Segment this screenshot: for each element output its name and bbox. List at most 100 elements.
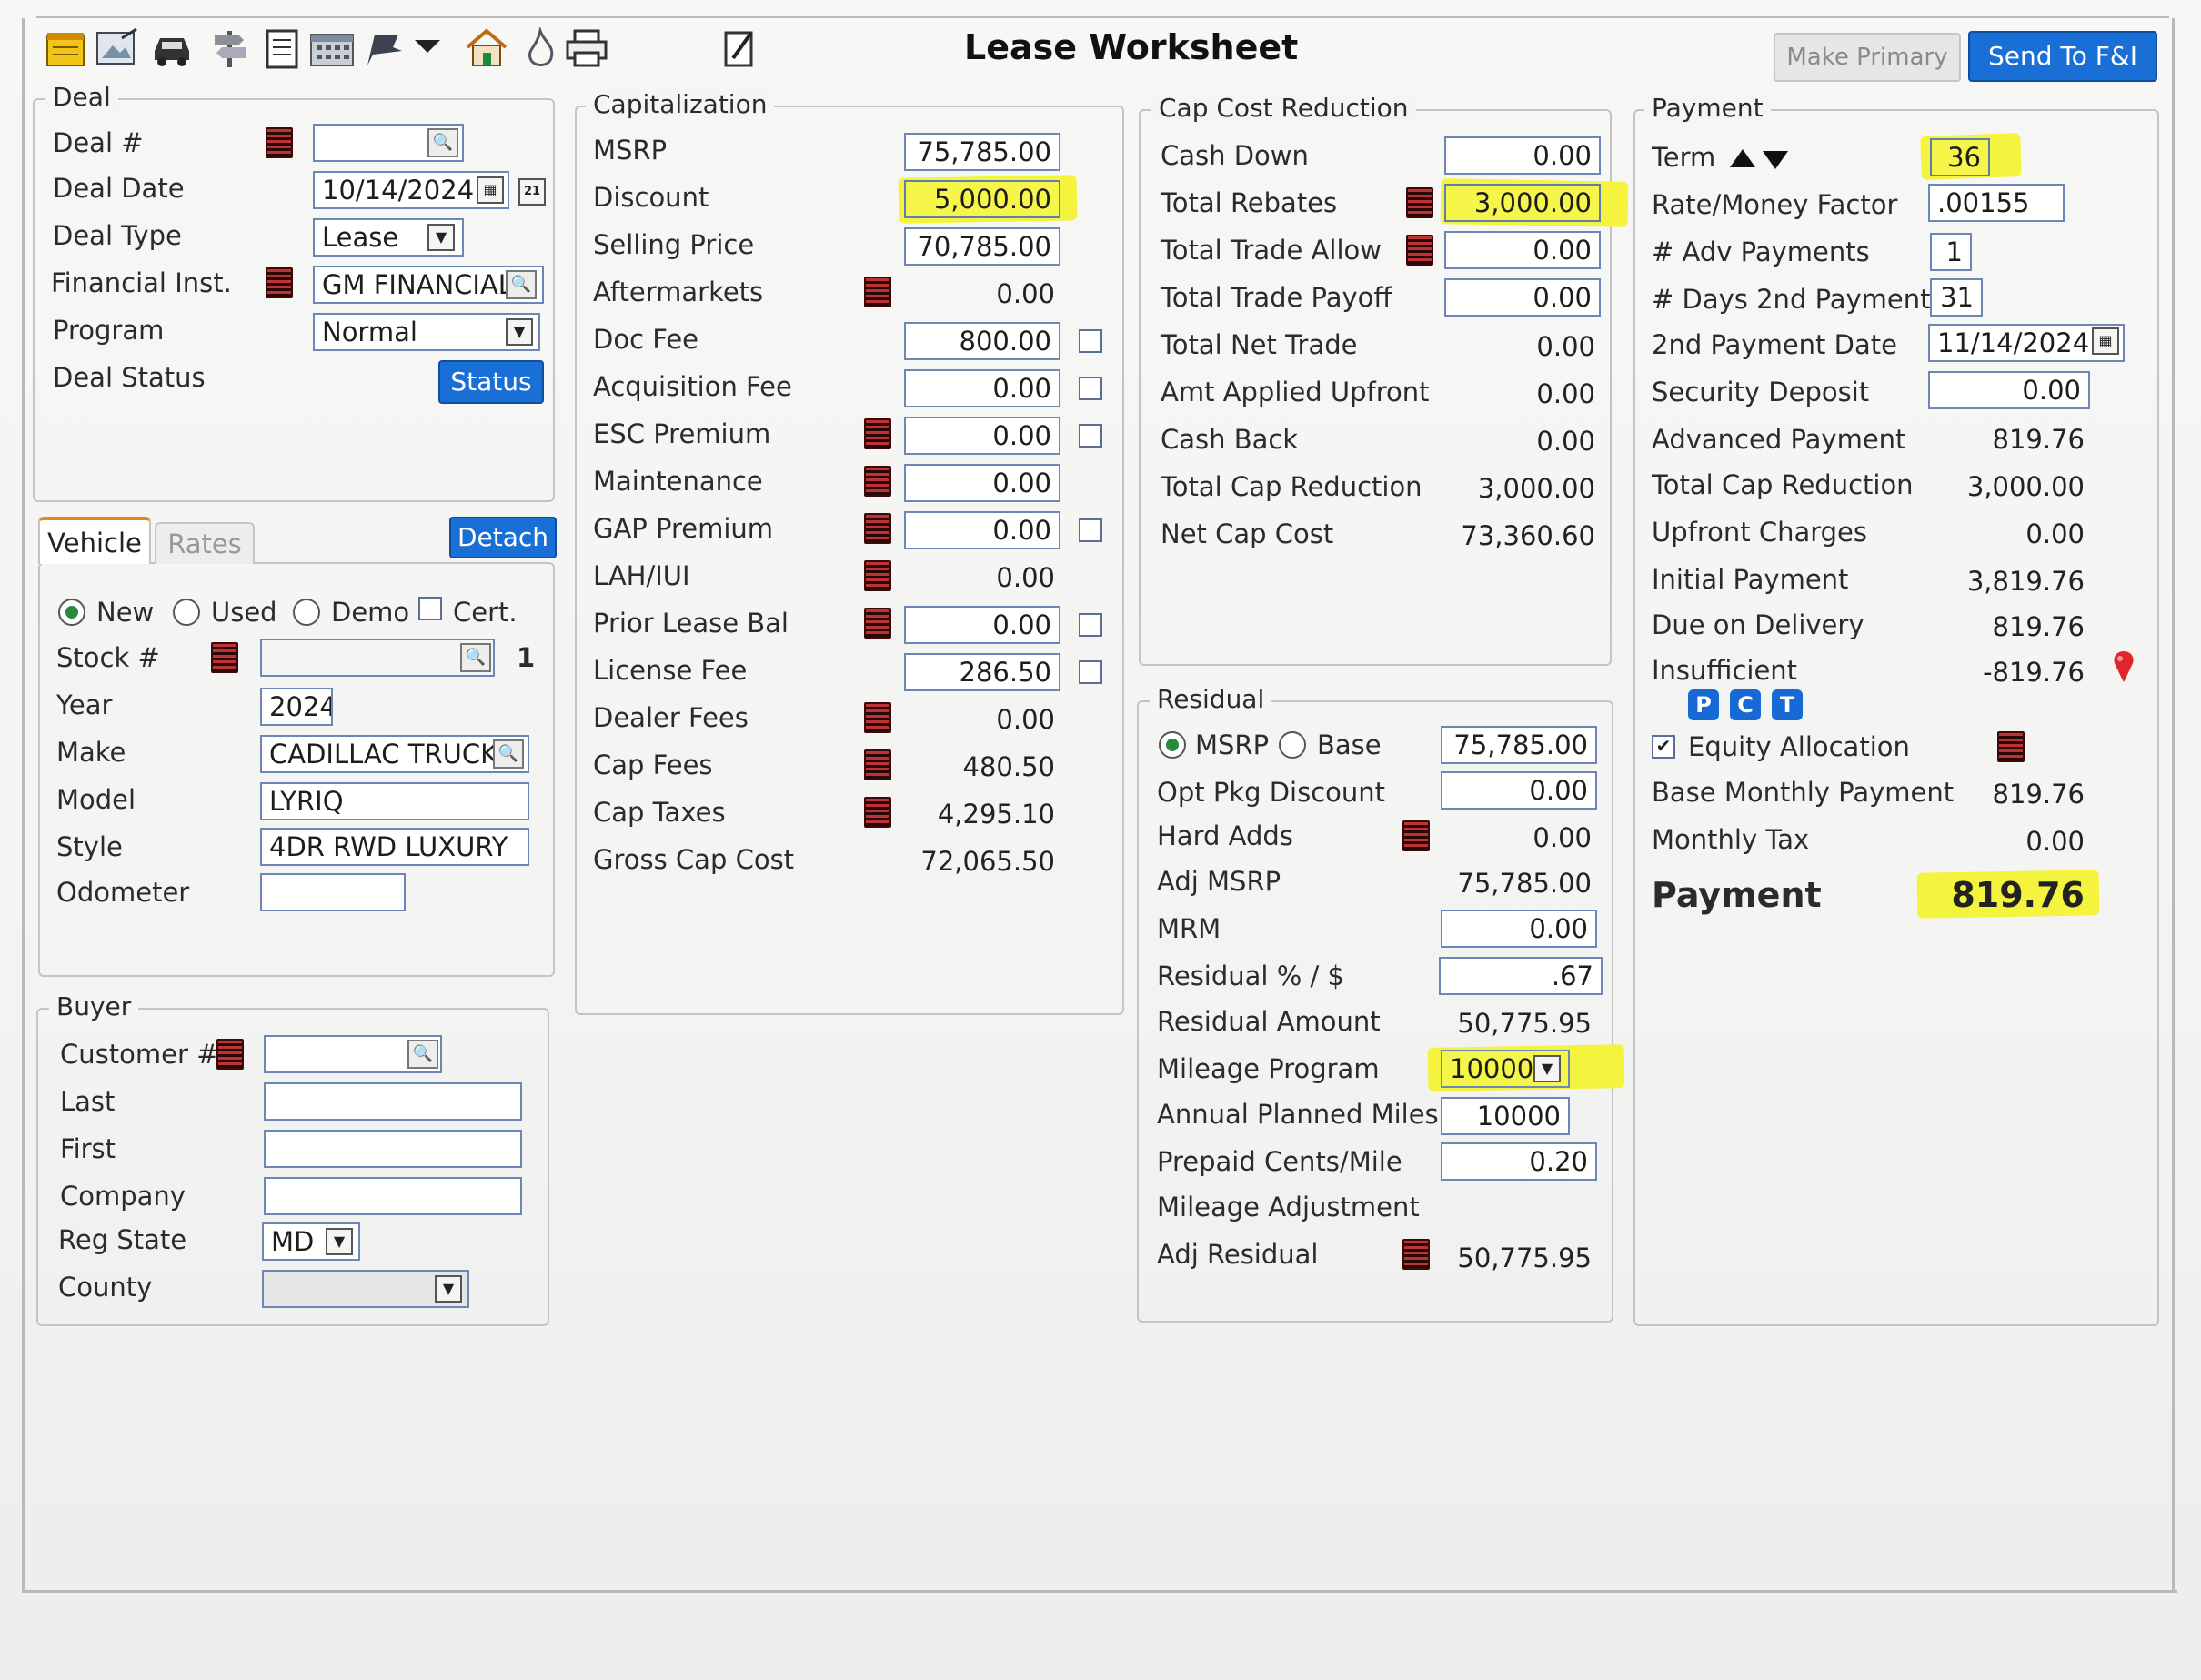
last-name-field[interactable] — [264, 1082, 522, 1121]
msrp-field[interactable]: 75,785.00 — [904, 133, 1060, 171]
model-field[interactable]: LYRIQ — [260, 782, 529, 820]
maintenance-book-icon[interactable] — [864, 466, 891, 497]
residual-msrp-radio[interactable] — [1159, 731, 1186, 759]
esc-premium-field[interactable]: 0.00 — [904, 417, 1060, 455]
aftermarkets-book-icon[interactable] — [864, 277, 891, 307]
adv-payments-field[interactable]: 1 — [1930, 233, 1972, 271]
hard-adds-book-icon[interactable] — [1402, 820, 1430, 851]
prepaid-cents-field[interactable]: 0.20 — [1441, 1142, 1597, 1181]
esc-book-icon[interactable] — [864, 418, 891, 449]
gap-premium-checkbox[interactable] — [1079, 518, 1102, 542]
flag-icon[interactable] — [362, 27, 407, 69]
make-field[interactable]: CADILLAC TRUCK — [260, 735, 529, 773]
cap-taxes-book-icon[interactable] — [864, 797, 891, 828]
prior-lease-bal-field[interactable]: 0.00 — [904, 606, 1060, 644]
customer-search-icon[interactable]: 🔍 — [407, 1040, 438, 1069]
rate-money-factor-field[interactable]: .00155 — [1928, 184, 2065, 222]
opt-pkg-discount-field[interactable]: 0.00 — [1441, 771, 1597, 810]
equity-allocation-checkbox[interactable]: ✔ — [1652, 735, 1675, 759]
print-icon[interactable] — [564, 27, 609, 69]
cap-fees-book-icon[interactable] — [864, 749, 891, 780]
deal-book-icon[interactable] — [266, 127, 293, 158]
term-up-down-icon[interactable] — [1728, 146, 1792, 171]
acquisition-fee-field[interactable]: 0.00 — [904, 369, 1060, 407]
residual-msrp-field[interactable]: 75,785.00 — [1441, 726, 1597, 764]
maintenance-field[interactable]: 0.00 — [904, 464, 1060, 502]
cash-down-field[interactable]: 0.00 — [1444, 136, 1601, 175]
tab-vehicle[interactable]: Vehicle — [38, 517, 151, 564]
fin-inst-book-icon[interactable] — [266, 267, 293, 298]
style-field[interactable]: 4DR RWD LUXURY — [260, 828, 529, 866]
document-icon[interactable] — [260, 27, 306, 69]
security-deposit-field[interactable]: 0.00 — [1928, 371, 2090, 409]
vehicle-icon[interactable] — [149, 27, 195, 69]
calendar-icon[interactable]: ▦ — [477, 176, 504, 204]
total-rebates-field[interactable]: 3,000.00 — [1444, 184, 1601, 222]
customer-book-icon[interactable] — [216, 1039, 244, 1070]
dropdown-arrow-icon[interactable] — [411, 27, 444, 69]
prior-lease-book-icon[interactable] — [864, 608, 891, 639]
chevron-down-icon[interactable]: ▼ — [506, 318, 533, 346]
prior-lease-checkbox[interactable] — [1079, 613, 1102, 637]
t-button[interactable]: T — [1772, 689, 1803, 720]
make-primary-button[interactable]: Make Primary — [1774, 33, 1961, 82]
chevron-down-icon[interactable]: ▼ — [326, 1228, 353, 1255]
map-pin-icon[interactable] — [2112, 649, 2136, 684]
doc-fee-field[interactable]: 800.00 — [904, 322, 1060, 360]
demo-radio[interactable] — [293, 599, 320, 626]
cert-checkbox[interactable] — [418, 597, 442, 620]
make-search-icon[interactable]: 🔍 — [493, 739, 524, 769]
license-fee-checkbox[interactable] — [1079, 660, 1102, 684]
equity-book-icon[interactable] — [1997, 731, 2025, 762]
detach-button[interactable]: Detach — [449, 517, 557, 558]
calendar-icon[interactable]: ▦ — [2092, 327, 2119, 355]
tab-rates[interactable]: Rates — [155, 522, 255, 564]
odometer-field[interactable] — [260, 873, 406, 911]
notepad-icon[interactable] — [44, 27, 89, 69]
calculator-icon[interactable] — [309, 27, 355, 69]
doc-fee-checkbox[interactable] — [1079, 329, 1102, 353]
status-button[interactable]: Status — [438, 360, 544, 404]
term-field[interactable]: 36 — [1930, 138, 1990, 176]
esc-premium-checkbox[interactable] — [1079, 424, 1102, 448]
chevron-down-icon[interactable]: ▼ — [435, 1275, 462, 1303]
direction-sign-icon[interactable] — [207, 27, 253, 69]
edit-image-icon[interactable] — [95, 27, 140, 69]
dealer-fees-book-icon[interactable] — [864, 702, 891, 733]
mrm-field[interactable]: 0.00 — [1441, 910, 1597, 948]
gap-book-icon[interactable] — [864, 513, 891, 544]
rebates-book-icon[interactable] — [1406, 187, 1433, 218]
gap-premium-field[interactable]: 0.00 — [904, 511, 1060, 549]
chevron-down-icon[interactable]: ▼ — [1533, 1055, 1561, 1082]
calendar-day-icon[interactable]: 21 — [518, 178, 546, 206]
flame-icon[interactable] — [518, 27, 564, 69]
year-field[interactable]: 2024 — [260, 688, 333, 726]
first-name-field[interactable] — [264, 1130, 522, 1168]
new-radio[interactable] — [58, 599, 85, 626]
selling-price-field[interactable]: 70,785.00 — [904, 227, 1060, 266]
c-button[interactable]: C — [1730, 689, 1761, 720]
trade-allow-book-icon[interactable] — [1406, 235, 1433, 266]
residual-base-radio[interactable] — [1279, 731, 1306, 759]
days-2nd-payment-field[interactable]: 31 — [1930, 278, 1983, 317]
annual-planned-miles-field[interactable]: 10000 — [1441, 1097, 1570, 1135]
license-fee-field[interactable]: 286.50 — [904, 653, 1060, 691]
pencil-icon[interactable] — [719, 27, 764, 69]
chevron-down-icon[interactable]: ▼ — [427, 224, 455, 251]
stock-book-icon[interactable] — [211, 642, 238, 673]
company-field[interactable] — [264, 1177, 522, 1215]
deal-search-icon[interactable]: 🔍 — [427, 128, 458, 157]
lah-book-icon[interactable] — [864, 560, 891, 591]
residual-pct-field[interactable]: .67 — [1439, 957, 1603, 995]
acquisition-fee-checkbox[interactable] — [1079, 377, 1102, 400]
stock-search-icon[interactable]: 🔍 — [460, 643, 491, 672]
total-trade-payoff-field[interactable]: 0.00 — [1444, 278, 1601, 317]
discount-field[interactable]: 5,000.00 — [904, 180, 1060, 218]
send-to-fi-button[interactable]: Send To F&I — [1968, 31, 2157, 82]
fin-inst-search-icon[interactable]: 🔍 — [506, 270, 537, 299]
total-trade-allow-field[interactable]: 0.00 — [1444, 231, 1601, 269]
home-icon[interactable] — [464, 27, 509, 69]
used-radio[interactable] — [173, 599, 200, 626]
p-button[interactable]: P — [1688, 689, 1719, 720]
adj-residual-book-icon[interactable] — [1402, 1239, 1430, 1270]
